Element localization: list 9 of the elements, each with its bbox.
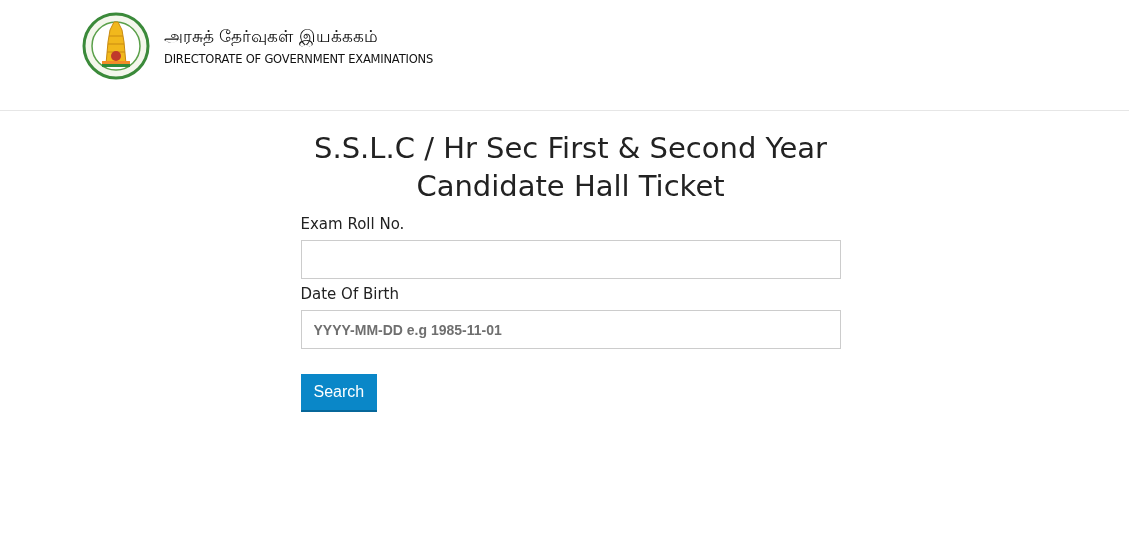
input-field[interactable]: YYYY-MM-DD e.g 1985-11-01 bbox=[300, 310, 841, 349]
page-heading: S.S.L.C / Hr Sec First & Second Year Candidate Hall Ticket bbox=[313, 130, 828, 205]
search-button[interactable]: Search bbox=[300, 374, 378, 412]
field-label: Exam Roll No. bbox=[300, 215, 406, 233]
input-field[interactable] bbox=[300, 240, 841, 279]
field-label: Date Of Birth bbox=[300, 285, 400, 303]
emblem-icon bbox=[82, 12, 150, 80]
organization-name-tamil: அரசுத் தேர்வுகள் இயக்ககம் bbox=[164, 26, 379, 48]
organization-name: DIRECTORATE OF GOVERNMENT EXAMINATIONS bbox=[164, 52, 433, 66]
